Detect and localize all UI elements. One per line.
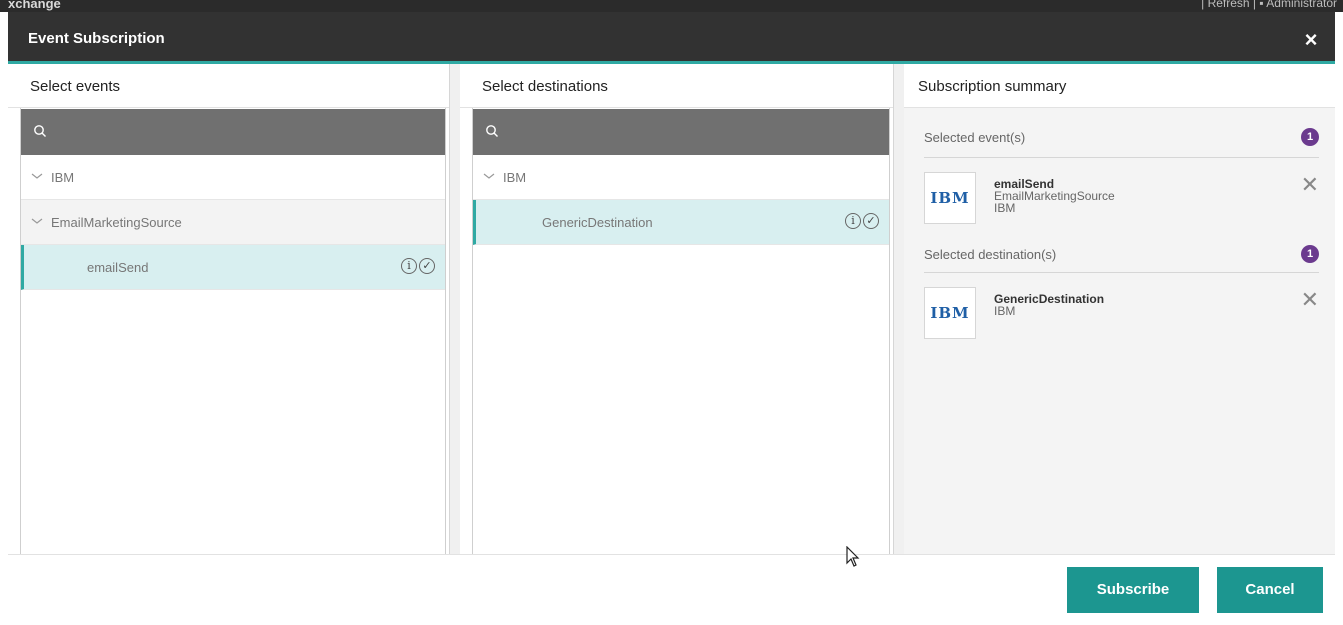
chevron-down-icon[interactable] [31, 171, 43, 181]
info-icon[interactable]: i [401, 258, 417, 274]
events-heading: Select events [8, 64, 449, 108]
cancel-button[interactable]: Cancel [1217, 567, 1323, 613]
selected-destination-item: IBM GenericDestination IBM ✕ [924, 273, 1319, 348]
events-tree-box: IBM EmailMarketingSource emailSend i ✓ [20, 108, 446, 554]
info-icon[interactable]: i [845, 213, 861, 229]
selected-event-text: emailSend EmailMarketingSource IBM [994, 178, 1115, 214]
row-actions: i ✓ [401, 258, 435, 274]
tree-label: emailSend [87, 260, 149, 275]
top-bar-actions[interactable]: | Refresh | ▪ Administrator [1201, 0, 1337, 10]
event-subscription-dialog: Event Subscription × Select events IBM E… [8, 12, 1335, 625]
destinations-heading: Select destinations [460, 64, 893, 108]
tree-label: EmailMarketingSource [51, 215, 182, 230]
subscription-summary-panel: Subscription summary Selected event(s) 1… [894, 64, 1335, 554]
item-provider: IBM [994, 201, 1016, 215]
app-name: xchange [8, 0, 61, 11]
chevron-down-icon[interactable] [483, 171, 495, 181]
dialog-header: Event Subscription × [8, 12, 1335, 64]
app-top-bar: xchange | Refresh | ▪ Administrator [0, 0, 1343, 12]
select-destinations-panel: Select destinations IBM GenericDestinati… [450, 64, 894, 554]
events-search-input[interactable] [57, 117, 417, 147]
tree-row-emailsend[interactable]: emailSend i ✓ [21, 245, 445, 290]
remove-icon[interactable]: ✕ [1301, 289, 1319, 311]
selected-destination-text: GenericDestination IBM [994, 293, 1104, 317]
events-search-bar [21, 109, 445, 155]
check-circle-icon[interactable]: ✓ [863, 213, 879, 229]
search-icon [34, 125, 46, 137]
row-actions: i ✓ [845, 213, 879, 229]
tree-label: GenericDestination [542, 215, 653, 230]
tree-label: IBM [51, 170, 75, 185]
count-badge: 1 [1301, 245, 1319, 263]
count-badge: 1 [1301, 128, 1319, 146]
selected-event-item: IBM emailSend EmailMarketingSource IBM ✕ [924, 158, 1319, 233]
selected-events-label: Selected event(s) [924, 130, 1026, 145]
subscribe-button[interactable]: Subscribe [1067, 567, 1199, 613]
remove-icon[interactable]: ✕ [1301, 174, 1319, 196]
check-circle-icon[interactable]: ✓ [419, 258, 435, 274]
item-provider: IBM [994, 304, 1016, 318]
tree-row-ibm[interactable]: IBM [473, 155, 889, 200]
selected-events-section: Selected event(s) 1 IBM emailSend EmailM… [924, 108, 1319, 233]
selected-destinations-header: Selected destination(s) 1 [924, 233, 1319, 273]
destinations-search-input[interactable] [509, 117, 869, 147]
destinations-tree-box: IBM GenericDestination i ✓ [472, 108, 890, 554]
search-icon [486, 125, 498, 137]
tree-label: IBM [503, 170, 527, 185]
select-events-panel: Select events IBM EmailMarketingSource e… [8, 64, 450, 554]
chevron-down-icon[interactable] [31, 216, 43, 226]
ibm-logo: IBM [924, 287, 976, 339]
selected-destinations-section: Selected destination(s) 1 IBM GenericDes… [924, 233, 1319, 348]
mouse-cursor-icon [846, 546, 860, 567]
destinations-search-bar [473, 109, 889, 155]
ibm-logo: IBM [924, 172, 976, 224]
dialog-footer: Subscribe Cancel [8, 554, 1335, 625]
close-icon[interactable]: × [1299, 28, 1323, 52]
tree-row-genericdestination[interactable]: GenericDestination i ✓ [473, 200, 889, 245]
selected-events-header: Selected event(s) 1 [924, 108, 1319, 158]
tree-row-ibm[interactable]: IBM [21, 155, 445, 200]
summary-heading: Subscription summary [904, 64, 1335, 108]
dialog-title: Event Subscription [28, 30, 165, 47]
selected-destinations-label: Selected destination(s) [924, 247, 1057, 262]
tree-row-emailmarketingsource[interactable]: EmailMarketingSource [21, 200, 445, 245]
